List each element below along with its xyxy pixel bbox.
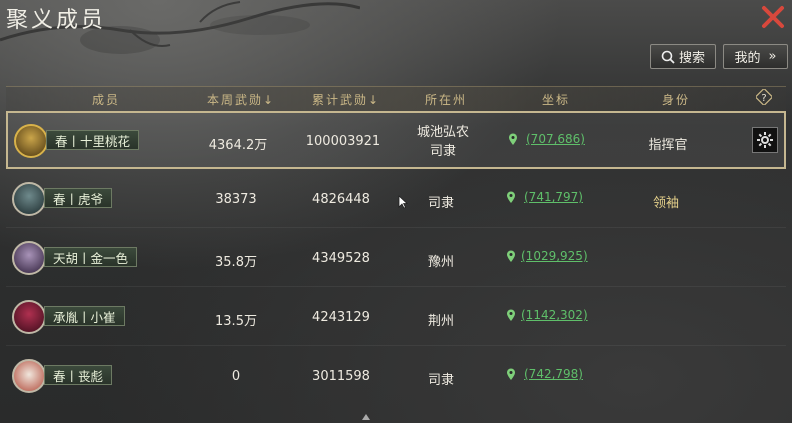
col-state: 所在州 bbox=[424, 92, 467, 107]
search-button-label: 搜索 bbox=[678, 51, 705, 66]
map-pin-icon bbox=[507, 191, 515, 203]
role: 领袖 bbox=[652, 196, 679, 211]
weekly-merit: 0 bbox=[231, 369, 241, 384]
search-icon bbox=[661, 50, 675, 64]
col-coord: 坐标 bbox=[541, 92, 570, 107]
coordinate[interactable]: (742,798) bbox=[506, 367, 583, 381]
weekly-merit: 4364.2万 bbox=[208, 138, 268, 153]
total-merit: 4349528 bbox=[312, 251, 370, 266]
avatar bbox=[12, 359, 46, 393]
question-icon[interactable]: ? bbox=[756, 89, 772, 105]
svg-text:?: ? bbox=[761, 93, 766, 104]
map-pin-icon bbox=[507, 309, 515, 321]
total-merit: 4826448 bbox=[312, 192, 370, 207]
member-name: 春丨虎爷 bbox=[44, 188, 113, 208]
map-pin-icon bbox=[507, 250, 515, 262]
row-divider bbox=[6, 345, 786, 346]
mouse-cursor-icon bbox=[398, 195, 408, 209]
coordinate-link[interactable]: (1142,302) bbox=[521, 308, 588, 322]
window-title: 聚义成员 bbox=[6, 8, 107, 33]
member-name: 天胡丨金一色 bbox=[44, 247, 138, 267]
close-icon[interactable] bbox=[760, 4, 786, 30]
coordinate-link[interactable]: (1029,925) bbox=[521, 249, 588, 263]
coordinate[interactable]: (1142,302) bbox=[506, 308, 588, 322]
table-row[interactable]: 天胡丨金一色 35.8万 4349528 豫州 (1029,925) bbox=[6, 229, 786, 287]
coordinate[interactable]: (741,797) bbox=[506, 190, 583, 204]
col-weekly-label: 本周武勋 bbox=[206, 92, 263, 107]
table-header: 成员 本周武勋↓ 累计武勋↓ 所在州 坐标 身份 bbox=[6, 86, 786, 112]
weekly-merit: 13.5万 bbox=[215, 314, 257, 329]
coordinate-link[interactable]: (742,798) bbox=[524, 367, 583, 381]
gear-icon[interactable] bbox=[752, 127, 778, 153]
total-merit: 4243129 bbox=[312, 310, 370, 325]
table-row[interactable]: 承胤丨小崔 13.5万 4243129 荆州 (1142,302) bbox=[6, 288, 786, 346]
col-total-label: 累计武勋 bbox=[311, 92, 368, 107]
col-total[interactable]: 累计武勋↓ bbox=[301, 91, 391, 108]
search-button[interactable]: 搜索 bbox=[650, 44, 716, 69]
member-panel: { "window": { "title": "聚义成员" }, "toolba… bbox=[0, 0, 792, 423]
avatar bbox=[14, 124, 48, 158]
avatar bbox=[12, 300, 46, 334]
member-name: 承胤丨小崔 bbox=[44, 306, 125, 326]
row-divider bbox=[6, 227, 786, 228]
table-row[interactable]: 春丨虎爷 38373 4826448 司隶 (741,797) 领袖 bbox=[6, 170, 786, 228]
map-pin-icon bbox=[507, 368, 515, 380]
col-role: 身份 bbox=[661, 92, 690, 107]
mine-button[interactable]: 我的 » bbox=[723, 44, 788, 69]
mine-button-label: 我的 bbox=[734, 51, 761, 66]
table-row[interactable]: 春丨丧彪 0 3011598 司隶 (742,798) bbox=[6, 347, 786, 405]
role: 指挥官 bbox=[648, 138, 688, 153]
double-chevron-right-icon: » bbox=[768, 49, 777, 64]
coordinate[interactable]: (707,686) bbox=[508, 132, 585, 146]
col-member: 成员 bbox=[91, 92, 120, 107]
member-name: 春丨十里桃花 bbox=[46, 130, 140, 150]
avatar bbox=[12, 182, 46, 216]
coordinate-link[interactable]: (741,797) bbox=[524, 190, 583, 204]
state: 豫州 bbox=[427, 255, 454, 270]
member-name: 春丨丧彪 bbox=[44, 365, 113, 385]
sort-down-icon: ↓ bbox=[262, 92, 276, 107]
scroll-indicator-icon bbox=[362, 414, 370, 420]
state: 荆州 bbox=[427, 314, 454, 329]
state: 司隶 bbox=[427, 196, 454, 211]
state: 城池弘农 司隶 bbox=[416, 125, 469, 159]
coordinate-link[interactable]: (707,686) bbox=[526, 132, 585, 146]
map-pin-icon bbox=[509, 133, 517, 145]
sort-down-icon: ↓ bbox=[367, 92, 381, 107]
total-merit: 100003921 bbox=[305, 134, 381, 149]
avatar bbox=[12, 241, 46, 275]
table-row[interactable]: 春丨十里桃花 4364.2万 100003921 城池弘农 司隶 (707,68… bbox=[6, 111, 786, 169]
state: 司隶 bbox=[427, 373, 454, 388]
col-weekly[interactable]: 本周武勋↓ bbox=[196, 91, 286, 108]
row-divider bbox=[6, 286, 786, 287]
weekly-merit: 38373 bbox=[215, 192, 257, 207]
coordinate[interactable]: (1029,925) bbox=[506, 249, 588, 263]
weekly-merit: 35.8万 bbox=[215, 255, 257, 270]
total-merit: 3011598 bbox=[312, 369, 370, 384]
